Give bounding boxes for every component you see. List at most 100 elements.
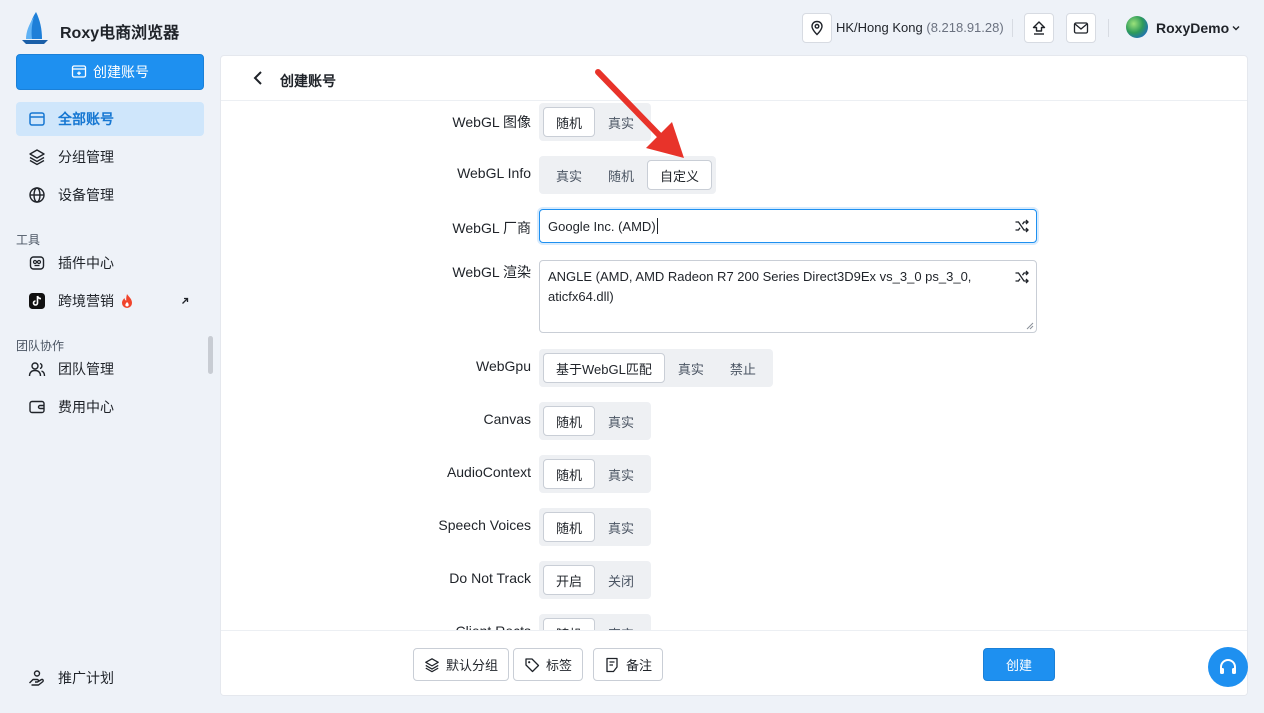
page-title: 创建账号 (280, 73, 336, 89)
fire-icon (122, 294, 132, 308)
wallet-icon (29, 400, 45, 414)
add-window-icon (71, 65, 87, 78)
avatar[interactable] (1126, 16, 1148, 38)
create-account-button[interactable]: 创建账号 (16, 54, 204, 90)
divider (1108, 19, 1109, 37)
tag-icon (525, 657, 540, 672)
sidebar-item-label: 设备管理 (58, 187, 114, 203)
note-icon (606, 657, 618, 672)
tag-button[interactable]: 标签 (513, 648, 584, 681)
webgl-info-label: WebGL Info (457, 165, 531, 181)
speech-option-real[interactable]: 真实 (595, 512, 647, 542)
panel-footer: 默认分组 标签 备注 创建 (221, 630, 1247, 695)
note-button[interactable]: 备注 (593, 648, 664, 681)
default-group-label: 默认分组 (446, 658, 499, 673)
dnt-option-on[interactable]: 开启 (543, 565, 596, 595)
tiktok-icon (29, 293, 45, 309)
speech-voices-segmented: 随机 真实 (539, 508, 652, 546)
app-logo (22, 12, 48, 44)
upload-button[interactable] (1024, 13, 1054, 43)
canvas-option-random[interactable]: 随机 (543, 406, 596, 436)
annotation-arrow-icon (595, 69, 684, 158)
tag-label: 标签 (546, 658, 573, 673)
speech-voices-label: Speech Voices (438, 517, 531, 533)
window-icon (29, 112, 45, 126)
support-button[interactable] (1208, 647, 1248, 687)
sidebar-item-label: 插件中心 (58, 255, 114, 271)
back-arrow-icon[interactable] (251, 69, 265, 87)
sidebar-scrollbar[interactable] (208, 336, 213, 374)
location-pin-icon (811, 20, 823, 36)
speech-option-random[interactable]: 随机 (543, 512, 596, 542)
sidebar-item-all-accounts[interactable]: 全部账号 (16, 102, 204, 136)
webgpu-label: WebGpu (476, 358, 531, 374)
location-ip: (8.218.91.28) (926, 20, 1004, 35)
shuffle-icon[interactable] (1014, 218, 1030, 234)
webgl-image-label: WebGL 图像 (452, 114, 531, 130)
do-not-track-label: Do Not Track (449, 570, 531, 586)
webgl-vendor-value: Google Inc. (AMD) (548, 218, 656, 234)
resize-handle-icon[interactable] (1025, 321, 1034, 330)
webgl-vendor-input[interactable]: Google Inc. (AMD) (539, 209, 1037, 243)
top-bar: Roxy电商浏览器 HK/Hong Kong (8.218.91.28) Rox… (0, 0, 1264, 56)
layers-icon (29, 149, 45, 166)
upload-icon (1032, 21, 1046, 35)
dnt-option-off[interactable]: 关闭 (595, 565, 647, 595)
location-text: HK/Hong Kong (8.218.91.28) (836, 20, 1004, 35)
webgl-info-option-real[interactable]: 真实 (543, 160, 595, 190)
sidebar-item-label: 团队管理 (58, 361, 114, 377)
headset-icon (1220, 659, 1236, 674)
sidebar-item-groups[interactable]: 分组管理 (16, 140, 204, 174)
sidebar-item-label: 推广计划 (58, 670, 114, 686)
default-group-button[interactable]: 默认分组 (413, 648, 510, 681)
sidebar-item-promotion[interactable]: 推广计划 (16, 661, 204, 695)
canvas-option-real[interactable]: 真实 (595, 406, 647, 436)
webgpu-option-real[interactable]: 真实 (665, 353, 717, 383)
app-title: Roxy电商浏览器 (60, 25, 180, 42)
webgl-renderer-textarea[interactable]: ANGLE (AMD, AMD Radeon R7 200 Series Dir… (539, 260, 1037, 333)
sidebar-item-billing[interactable]: 费用中心 (16, 390, 204, 424)
divider (1012, 19, 1013, 37)
audio-context-label: AudioContext (446, 464, 531, 480)
user-name[interactable]: RoxyDemo (1156, 20, 1229, 36)
sidebar-item-marketing[interactable]: 跨境营销 (16, 284, 204, 318)
audio-context-segmented: 随机 真实 (539, 455, 652, 493)
plugin-icon (29, 256, 45, 270)
panel-header: 创建账号 (221, 56, 1247, 101)
location-button[interactable] (802, 13, 832, 43)
sidebar-item-label: 分组管理 (58, 149, 114, 165)
webgl-renderer-label: WebGL 渲染 (452, 264, 531, 280)
sidebar-item-label: 跨境营销 (58, 293, 114, 309)
shuffle-icon[interactable] (1014, 269, 1030, 285)
sidebar-item-label: 费用中心 (58, 399, 114, 415)
audio-option-real[interactable]: 真实 (595, 459, 647, 489)
location-name: HK/Hong Kong (836, 20, 923, 35)
webgl-renderer-value: ANGLE (AMD, AMD Radeon R7 200 Series Dir… (548, 269, 972, 304)
sidebar-item-plugins[interactable]: 插件中心 (16, 246, 204, 280)
users-icon (28, 362, 46, 377)
webgl-image-option-random[interactable]: 随机 (543, 107, 596, 137)
webgpu-option-match[interactable]: 基于WebGL匹配 (543, 353, 665, 383)
webgpu-option-disable[interactable]: 禁止 (717, 353, 769, 383)
create-submit-button[interactable]: 创建 (983, 648, 1055, 681)
globe-icon (29, 187, 45, 203)
text-caret (656, 218, 658, 234)
layers-icon (425, 657, 439, 672)
sidebar-item-team[interactable]: 团队管理 (16, 352, 204, 386)
chevron-down-icon[interactable] (1230, 22, 1242, 34)
external-link-icon (182, 297, 189, 304)
webgl-vendor-label: WebGL 厂商 (452, 220, 531, 236)
sidebar-item-devices[interactable]: 设备管理 (16, 178, 204, 212)
mail-button[interactable] (1066, 13, 1096, 43)
webgpu-segmented: 基于WebGL匹配 真实 禁止 (539, 349, 773, 387)
canvas-segmented: 随机 真实 (539, 402, 652, 440)
do-not-track-segmented: 开启 关闭 (539, 561, 652, 599)
handshake-icon (29, 670, 44, 686)
mail-icon (1073, 22, 1089, 34)
sidebar-item-label: 全部账号 (58, 111, 114, 127)
create-account-label: 创建账号 (93, 64, 149, 80)
note-label: 备注 (626, 658, 653, 673)
canvas-label: Canvas (483, 411, 531, 427)
audio-option-random[interactable]: 随机 (543, 459, 596, 489)
create-account-panel: 创建账号 WebGL 图像 随机 真实 WebGL Info 真实 随机 自定义… (220, 55, 1248, 696)
